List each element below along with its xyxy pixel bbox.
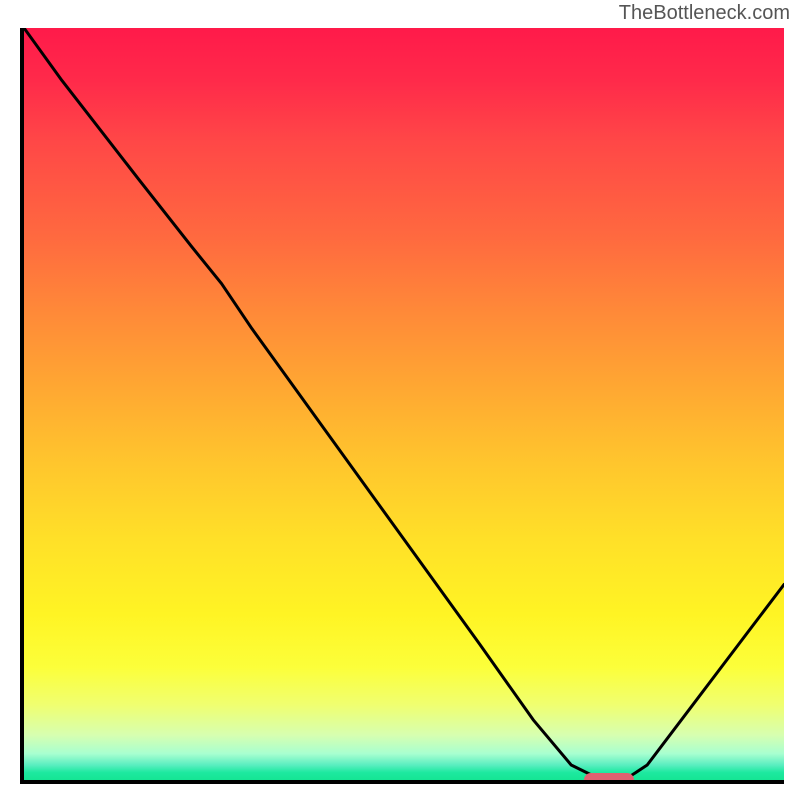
- watermark-text: TheBottleneck.com: [619, 2, 790, 25]
- bottleneck-curve: [24, 28, 784, 780]
- optimal-marker: [584, 773, 634, 784]
- curve-svg: [24, 28, 784, 780]
- plot-area: [20, 28, 784, 784]
